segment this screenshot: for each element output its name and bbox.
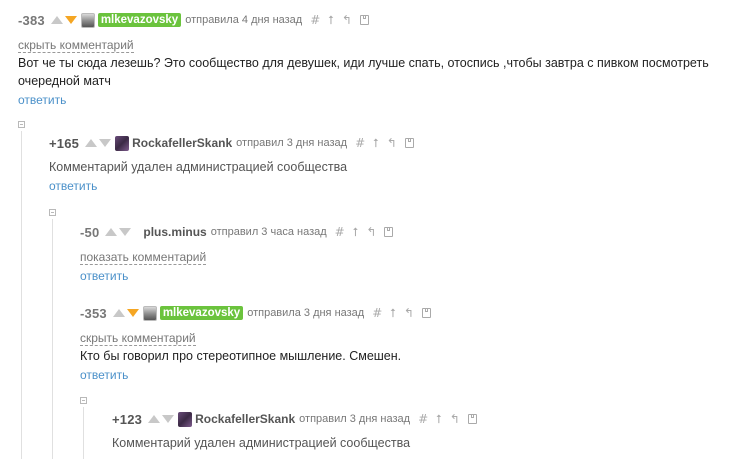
thread-line	[83, 407, 84, 459]
comment-2: +165 RockafellerSkank отправил 3 дня наз…	[49, 134, 719, 193]
vote-down-icon[interactable]	[99, 139, 112, 147]
save-icon[interactable]	[404, 138, 414, 148]
avatar[interactable]	[178, 411, 193, 427]
vote-up-icon[interactable]	[112, 309, 125, 317]
comment-rating: -383	[18, 12, 45, 28]
arrow-up-icon[interactable]: ⭡	[353, 225, 359, 239]
deleted-comment-notice: Комментарий удален администрацией сообще…	[112, 436, 411, 450]
vote-down-icon[interactable]	[162, 415, 175, 423]
parent-link-icon[interactable]: ↰	[387, 136, 397, 150]
avatar[interactable]	[142, 305, 157, 321]
vote-up-icon[interactable]	[148, 415, 161, 423]
arrow-up-icon[interactable]: ⭡	[328, 13, 334, 27]
avatar[interactable]	[115, 135, 130, 151]
thread-line	[21, 131, 22, 459]
vote-down-icon[interactable]	[126, 309, 139, 317]
save-icon[interactable]	[467, 414, 477, 424]
comment-timestamp[interactable]: отправила 3 дня назад	[247, 307, 364, 319]
comment-author[interactable]: mlkevazovsky	[159, 306, 244, 320]
vote-down-icon[interactable]	[64, 16, 77, 24]
parent-link-icon[interactable]: ↰	[342, 13, 352, 27]
vote-up-icon[interactable]	[85, 139, 98, 147]
reply-link[interactable]: ответить	[80, 368, 128, 382]
arrow-up-icon[interactable]: ⭡	[436, 412, 442, 426]
comment-header: +123 RockafellerSkank отправил 3 дня наз…	[112, 410, 712, 428]
reply-link[interactable]: ответить	[49, 179, 97, 193]
show-comment-link[interactable]: показать комментарий	[80, 250, 207, 265]
hash-link-icon[interactable]: #	[418, 412, 428, 426]
comment-author[interactable]: RockafellerSkank	[195, 412, 295, 426]
thread-line	[52, 219, 53, 459]
comment-5: +123 RockafellerSkank отправил 3 дня наз…	[112, 410, 712, 452]
reply-link[interactable]: ответить	[18, 93, 66, 107]
collapse-thread-icon[interactable]	[49, 209, 56, 216]
vote-up-icon[interactable]	[50, 16, 63, 24]
save-icon[interactable]	[421, 308, 431, 318]
hash-link-icon[interactable]: #	[335, 225, 345, 239]
parent-link-icon[interactable]: ↰	[450, 412, 460, 426]
comment-1: -383 mlkevazovsky отправила 4 дня назад …	[18, 11, 723, 107]
comment-author[interactable]: mlkevazovsky	[97, 13, 182, 27]
avatar[interactable]	[80, 12, 95, 28]
save-icon[interactable]	[384, 227, 394, 237]
reply-link[interactable]: ответить	[80, 269, 128, 283]
save-icon[interactable]	[359, 15, 369, 25]
collapse-thread-icon[interactable]	[80, 397, 87, 404]
comment-timestamp[interactable]: отправил 3 дня назад	[236, 137, 347, 149]
hide-comment-link[interactable]: скрыть комментарий	[18, 38, 134, 53]
deleted-comment-notice: Комментарий удален администрацией сообще…	[49, 160, 348, 174]
comment-header: -50 plus.minus отправил 3 часа назад # ⭡…	[80, 223, 720, 241]
comment-rating: -50	[80, 224, 100, 240]
comment-text: Вот че ты сюда лезешь? Это сообщество дл…	[18, 56, 709, 88]
arrow-up-icon[interactable]: ⭡	[373, 136, 379, 150]
vote-down-icon[interactable]	[119, 228, 132, 236]
parent-link-icon[interactable]: ↰	[404, 306, 414, 320]
comment-4: -353 mlkevazovsky отправила 3 дня назад …	[80, 304, 720, 382]
arrow-up-icon[interactable]: ⭡	[390, 306, 396, 320]
collapse-thread-icon[interactable]	[18, 121, 25, 128]
hash-link-icon[interactable]: #	[372, 306, 382, 320]
comment-rating: -353	[80, 305, 107, 321]
comment-timestamp[interactable]: отправил 3 часа назад	[211, 226, 327, 238]
comment-text: Кто бы говорил про стереотипное мышление…	[80, 349, 402, 363]
hash-link-icon[interactable]: #	[310, 13, 320, 27]
parent-link-icon[interactable]: ↰	[366, 225, 376, 239]
comment-3: -50 plus.minus отправил 3 часа назад # ⭡…	[80, 223, 720, 283]
vote-up-icon[interactable]	[105, 228, 118, 236]
comment-header: -383 mlkevazovsky отправила 4 дня назад …	[18, 11, 723, 29]
comment-author[interactable]: RockafellerSkank	[132, 136, 232, 150]
comment-author[interactable]: plus.minus	[143, 225, 206, 239]
comment-timestamp[interactable]: отправила 4 дня назад	[185, 14, 302, 26]
comment-header: -353 mlkevazovsky отправила 3 дня назад …	[80, 304, 720, 322]
comment-rating: +123	[112, 411, 143, 427]
comment-header: +165 RockafellerSkank отправил 3 дня наз…	[49, 134, 719, 152]
comment-rating: +165	[49, 135, 80, 151]
hash-link-icon[interactable]: #	[355, 136, 365, 150]
hide-comment-link[interactable]: скрыть комментарий	[80, 331, 196, 346]
comment-timestamp[interactable]: отправил 3 дня назад	[299, 413, 410, 425]
